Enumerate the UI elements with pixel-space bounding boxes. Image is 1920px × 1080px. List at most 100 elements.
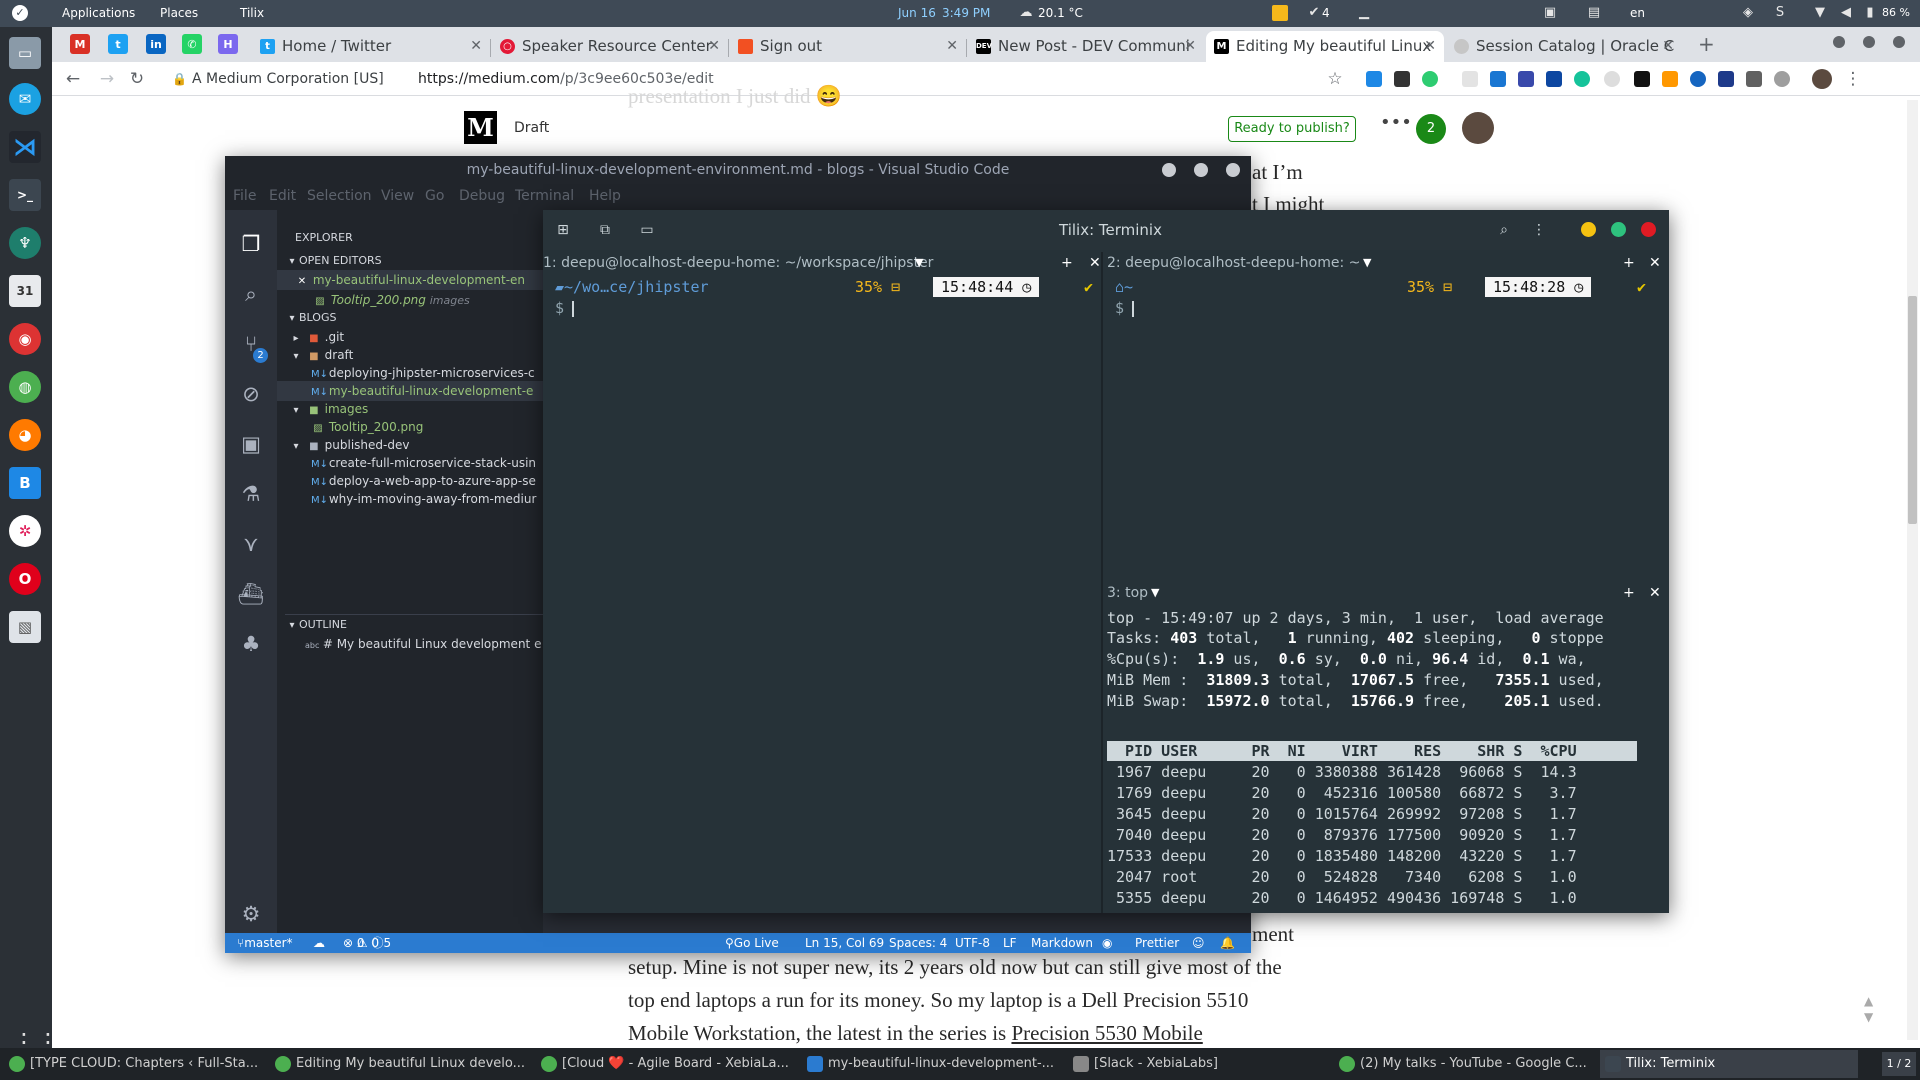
back-icon[interactable]: ← xyxy=(62,68,84,90)
pane-splitter[interactable] xyxy=(1101,252,1103,913)
extension-pen-icon[interactable] xyxy=(1394,71,1410,87)
tab-speaker-resource[interactable]: ○ Speaker Resource Center ✕ xyxy=(492,31,728,62)
vscode-app-icon[interactable]: ⋊ xyxy=(9,131,41,163)
open-editor-item[interactable]: ✕ my-beautiful-linux-development-en xyxy=(277,270,543,290)
new-session-icon[interactable]: ⊞ xyxy=(555,222,571,238)
indentation[interactable]: Spaces: 4 xyxy=(889,933,947,953)
user-avatar[interactable] xyxy=(1462,112,1494,144)
outline-item[interactable]: abc # My beautiful Linux development e xyxy=(305,634,541,654)
chevron-down-icon[interactable]: ▼ xyxy=(1151,582,1159,604)
notes-app-icon[interactable]: ▧ xyxy=(9,611,41,643)
tree-icon[interactable]: ♣ xyxy=(237,630,265,658)
tab-sign-out[interactable]: Sign out ✕ xyxy=(730,31,966,62)
menu-debug[interactable]: Debug xyxy=(459,188,505,204)
folder-published[interactable]: ▾ ■ published-dev xyxy=(289,435,409,455)
sync-icon[interactable]: ☁ xyxy=(313,933,325,953)
folder-draft[interactable]: ▾ ■ draft xyxy=(289,345,353,365)
extension-status-icon[interactable] xyxy=(1422,71,1438,87)
task-slack[interactable]: [Slack - XebiaLabs] xyxy=(1068,1050,1326,1078)
process-row[interactable]: 1967 deepu 20 0 3380388 361428 96068 S 1… xyxy=(1107,762,1577,783)
scroll-down-icon[interactable]: ▼ xyxy=(1864,1010,1873,1024)
terminal-app-icon[interactable]: >_ xyxy=(9,179,41,211)
close-terminal-icon[interactable]: ✕ xyxy=(1649,252,1661,274)
todo-check-icon[interactable]: ✔ xyxy=(1306,5,1322,21)
reload-icon[interactable]: ↻ xyxy=(126,68,148,90)
slack-app-icon[interactable]: ✲ xyxy=(9,515,41,547)
extension-circle-icon[interactable] xyxy=(1690,71,1706,87)
vscode-maximize-button[interactable] xyxy=(1194,163,1208,177)
go-live-button[interactable]: ⚲ Go Live xyxy=(725,933,779,953)
publish-button[interactable]: Ready to publish? xyxy=(1228,116,1356,142)
file-item[interactable]: M↓ deploy-a-web-app-to-azure-app-se xyxy=(311,471,536,491)
scroll-up-icon[interactable]: ▲ xyxy=(1864,994,1873,1008)
firefox-app-icon[interactable]: ◕ xyxy=(9,419,41,451)
process-row[interactable]: 5355 deepu 20 0 1464952 490436 169748 S … xyxy=(1107,888,1577,909)
docker-icon[interactable]: ⛴ xyxy=(237,580,265,608)
page-scrollbar[interactable] xyxy=(1907,100,1918,1040)
menu-edit[interactable]: Edit xyxy=(269,188,296,204)
terminal-pane-1-title[interactable]: 1: deepu@localhost-deepu-home: ~/workspa… xyxy=(543,252,1101,274)
weather-temp[interactable]: 20.1 °C xyxy=(1038,6,1083,20)
active-app-menu[interactable]: Tilix xyxy=(240,6,264,20)
hackmd-pinned-tab-icon[interactable]: H xyxy=(218,34,238,54)
menu-help[interactable]: Help xyxy=(589,188,621,204)
bluejeans-app-icon[interactable]: B xyxy=(9,467,41,499)
folder-images[interactable]: ▾ ■ images xyxy=(289,399,368,419)
menu-terminal[interactable]: Terminal xyxy=(515,188,574,204)
profile-avatar[interactable] xyxy=(1812,69,1832,89)
chat-icon[interactable]: ▣ xyxy=(1542,5,1558,21)
opera-app-icon[interactable]: O xyxy=(9,563,41,595)
weather-icon[interactable]: ☁ xyxy=(1018,5,1034,21)
close-window-button[interactable] xyxy=(1893,36,1905,48)
forward-icon[interactable]: → xyxy=(96,68,118,90)
tab-medium-editing[interactable]: M Editing My beautiful Linux ✕ xyxy=(1206,31,1444,62)
open-editor-item[interactable]: ▨ Tooltip_200.png images xyxy=(313,290,469,310)
folder-git[interactable]: ▸ ■ .git xyxy=(289,327,344,347)
extension-dark-icon[interactable] xyxy=(1634,71,1650,87)
file-item[interactable]: M↓ why-im-moving-away-from-mediur xyxy=(311,489,536,509)
git-branch[interactable]: ⑂ master* xyxy=(237,933,293,953)
process-row[interactable]: 1769 deepu 20 0 452316 100580 66872 S 3.… xyxy=(1107,783,1577,804)
find-search-icon[interactable]: ⌕ xyxy=(1496,222,1512,238)
clock-time[interactable]: 3:49 PM xyxy=(942,6,990,20)
extension-hex-icon[interactable] xyxy=(1774,71,1790,87)
process-row[interactable]: 7040 deepu 20 0 879376 177500 90920 S 1.… xyxy=(1107,825,1577,846)
calendar-app-icon[interactable]: 31 xyxy=(9,275,41,307)
top-output[interactable]: top - 15:49:07 up 2 days, 3 min, 1 user,… xyxy=(1107,608,1673,937)
close-tab-icon[interactable]: ✕ xyxy=(1184,31,1196,62)
close-tab-icon[interactable]: ✕ xyxy=(1424,31,1436,62)
task-agile-board[interactable]: [Cloud ❤️ - Agile Board - XebiaLa... xyxy=(536,1050,794,1078)
notification-badge[interactable]: 2 xyxy=(1416,114,1446,144)
clipboard-icon[interactable]: ▤ xyxy=(1586,5,1602,21)
page-scrollbar-thumb[interactable] xyxy=(1908,296,1917,524)
extensions-icon[interactable]: ▣ xyxy=(237,430,265,458)
open-editors-section[interactable]: ▾ OPEN EDITORS xyxy=(285,251,381,271)
applications-menu[interactable]: Applications xyxy=(62,6,135,20)
task-youtube[interactable]: (2) My talks - YouTube - Google C... xyxy=(1334,1050,1592,1078)
files-app-icon[interactable]: ▭ xyxy=(9,37,41,69)
file-item[interactable]: ▨ Tooltip_200.png xyxy=(311,417,423,437)
vscode-close-button[interactable] xyxy=(1226,163,1240,177)
process-row[interactable]: 17533 deepu 20 0 1835480 148200 43220 S … xyxy=(1107,846,1577,867)
skype-icon[interactable]: S xyxy=(1772,5,1788,21)
cursor-position[interactable]: Ln 15, Col 69 xyxy=(805,933,884,953)
note-icon[interactable] xyxy=(1272,5,1288,21)
extension-new-icon[interactable] xyxy=(1546,71,1562,87)
debug-icon[interactable]: ⊘ xyxy=(237,380,265,408)
add-terminal-icon[interactable]: + xyxy=(1061,252,1073,274)
terminal-prompt[interactable]: $ xyxy=(1115,298,1135,318)
close-terminal-icon[interactable]: ✕ xyxy=(1649,582,1661,604)
close-tab-icon[interactable]: ✕ xyxy=(708,31,720,62)
workspace-pager[interactable]: 1 / 2 xyxy=(1882,1052,1916,1076)
extension-ghost-icon[interactable] xyxy=(1604,71,1620,87)
browser-menu-icon[interactable]: ⋮ xyxy=(1842,68,1864,90)
task-medium-editing[interactable]: Editing My beautiful Linux develo... xyxy=(270,1050,528,1078)
mail-app-icon[interactable]: ✉ xyxy=(9,83,41,115)
process-row[interactable]: 3645 deepu 20 0 1015764 269992 97208 S 1… xyxy=(1107,804,1577,825)
gitlens-icon[interactable]: ⋎ xyxy=(237,530,265,558)
task-tilix[interactable]: Tilix: Terminix xyxy=(1600,1050,1858,1078)
tilix-minimize-button[interactable] xyxy=(1581,222,1596,237)
twitter-pinned-tab-icon[interactable]: t xyxy=(108,34,128,54)
outline-section[interactable]: ▾ OUTLINE xyxy=(285,614,543,634)
menu-go[interactable]: Go xyxy=(425,188,444,204)
